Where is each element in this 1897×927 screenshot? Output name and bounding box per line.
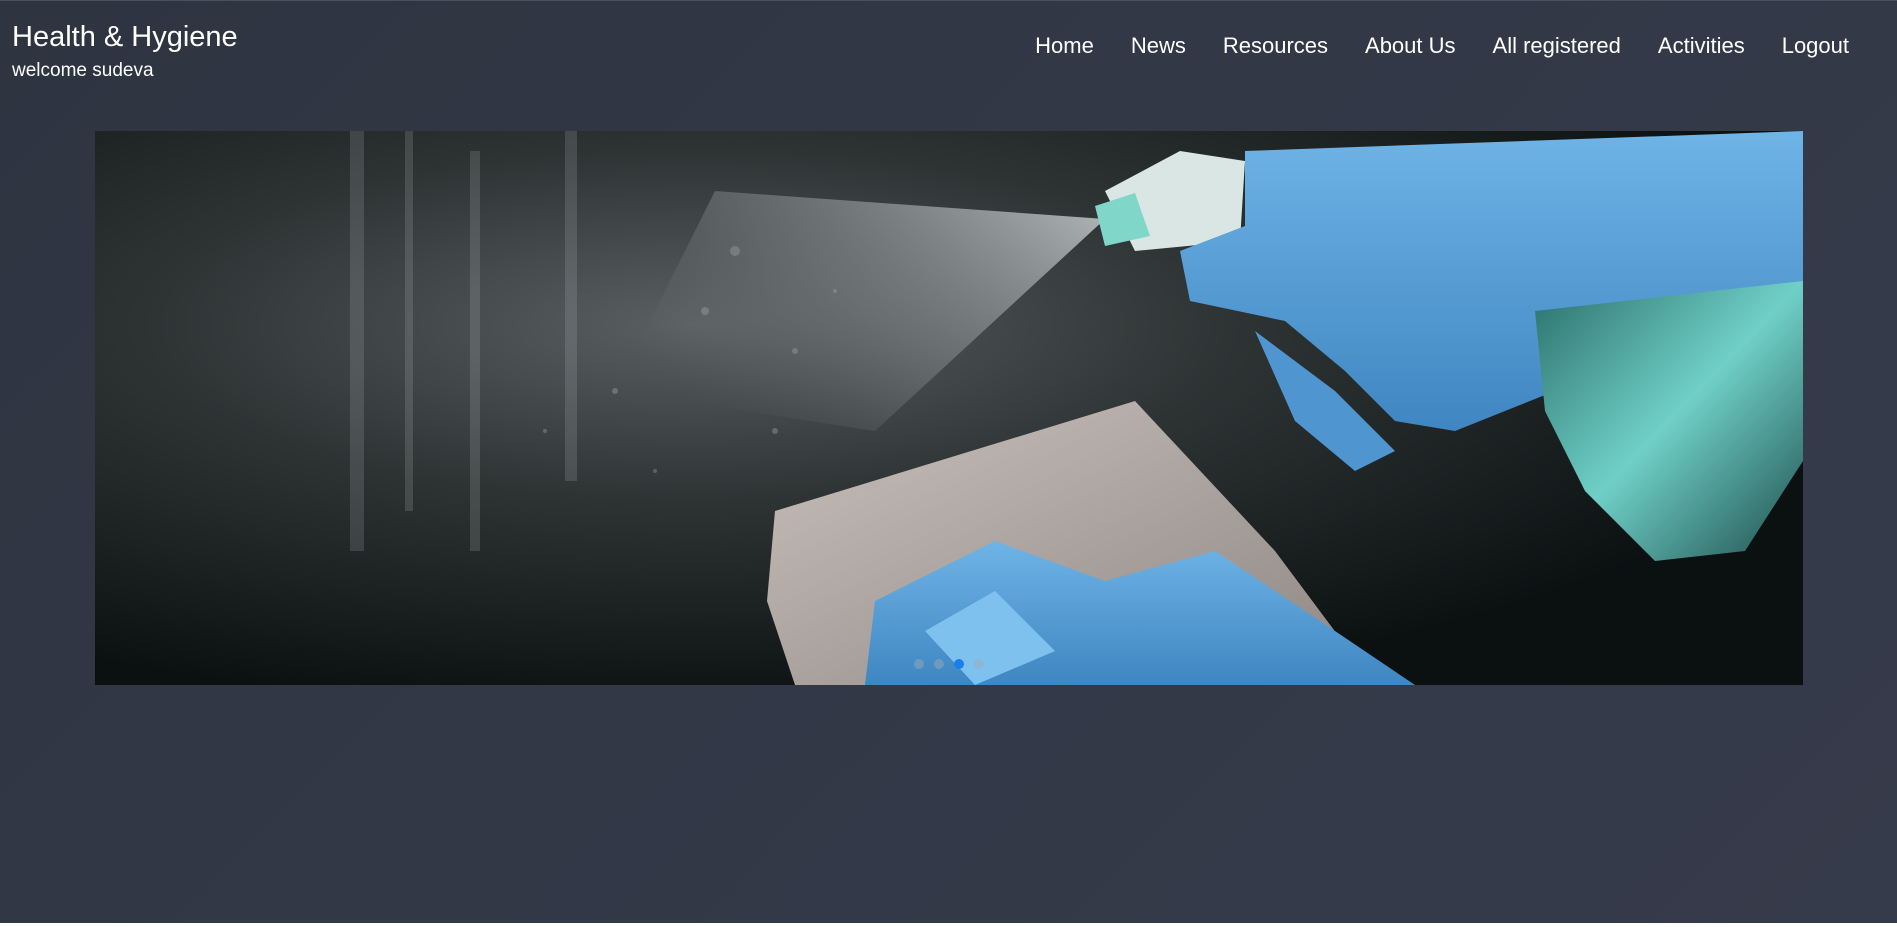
page: Health & Hygiene welcome sudeva Home New… [0,0,1897,923]
nav-home[interactable]: Home [1035,31,1094,61]
hero-image [95,131,1803,685]
carousel-dot-4[interactable] [974,659,984,669]
nav-all-registered[interactable]: All registered [1493,31,1621,61]
brand: Health & Hygiene welcome sudeva [12,19,238,84]
carousel-dot-2[interactable] [934,659,944,669]
site-title: Health & Hygiene [12,21,238,53]
nav-logout[interactable]: Logout [1782,31,1849,61]
nav-activities[interactable]: Activities [1658,31,1745,61]
carousel-dot-3[interactable] [954,659,964,669]
main-nav: Home News Resources About Us All registe… [998,31,1849,61]
nav-news[interactable]: News [1131,31,1186,61]
carousel-dot-1[interactable] [914,659,924,669]
carousel-indicators [95,659,1803,669]
welcome-message: welcome sudeva [12,60,154,81]
nav-about-us[interactable]: About Us [1365,31,1456,61]
nav-resources[interactable]: Resources [1223,31,1328,61]
hero-carousel[interactable] [95,131,1803,685]
